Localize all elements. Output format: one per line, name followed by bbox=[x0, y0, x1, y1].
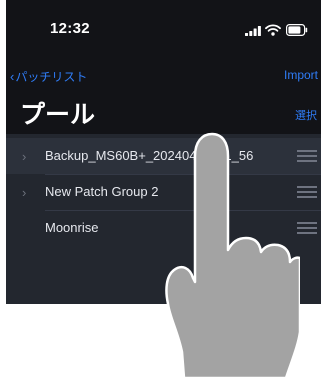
reorder-handle-icon[interactable] bbox=[297, 150, 317, 162]
navigation-bar: ‹ パッチリスト Import プール 選択 bbox=[6, 60, 321, 134]
chevron-right-icon[interactable]: › bbox=[22, 185, 26, 200]
reorder-handle-icon[interactable] bbox=[297, 222, 317, 234]
import-button[interactable]: Import bbox=[284, 68, 318, 82]
back-button-label: パッチリスト bbox=[15, 70, 88, 84]
chevron-right-icon[interactable]: › bbox=[22, 149, 26, 164]
battery-icon bbox=[286, 24, 308, 36]
wifi-icon bbox=[265, 24, 281, 36]
status-time: 12:32 bbox=[50, 20, 90, 37]
signal-icon bbox=[245, 26, 261, 36]
reorder-handle-icon[interactable] bbox=[297, 186, 317, 198]
select-button[interactable]: 選択 bbox=[295, 107, 317, 123]
list-item-label: Moonrise bbox=[45, 220, 99, 235]
status-bar: 12:32 bbox=[6, 0, 321, 60]
page-title: プール bbox=[20, 101, 96, 129]
tap-gesture-hand-icon bbox=[165, 132, 300, 378]
chevron-left-icon: ‹ bbox=[10, 69, 15, 84]
list-item-label: New Patch Group 2 bbox=[45, 184, 159, 199]
back-button[interactable]: ‹ パッチリスト bbox=[10, 68, 87, 85]
